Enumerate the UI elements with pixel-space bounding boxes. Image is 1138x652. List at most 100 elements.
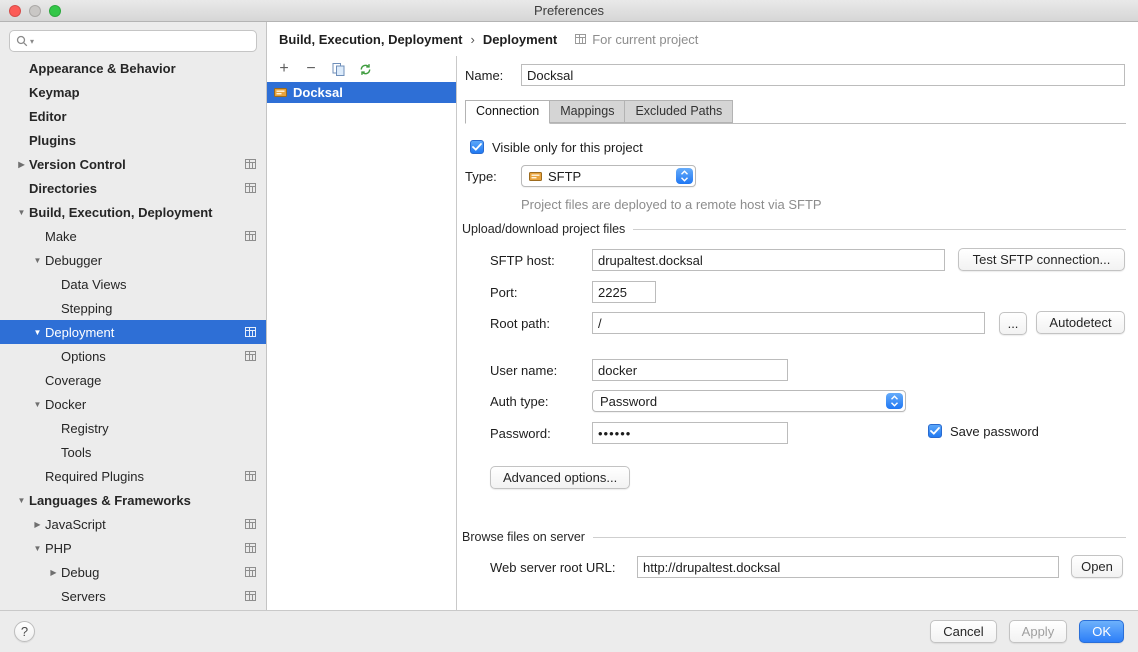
sidebar-item-servers[interactable]: Servers xyxy=(0,584,266,608)
chevron-down-icon[interactable]: ▼ xyxy=(30,328,45,337)
sidebar-item-make[interactable]: Make xyxy=(0,224,266,248)
sidebar-item-registry[interactable]: Registry xyxy=(0,416,266,440)
tab-mappings[interactable]: Mappings xyxy=(549,100,625,123)
type-select[interactable]: SFTP xyxy=(521,165,696,187)
cancel-button[interactable]: Cancel xyxy=(930,620,996,643)
browse-root-path-button[interactable]: ... xyxy=(999,312,1027,335)
sidebar-item-label: Deployment xyxy=(45,325,245,340)
sidebar-item-label: Debugger xyxy=(45,253,266,268)
sidebar-item-label: Servers xyxy=(61,589,245,604)
sidebar-item-plugins[interactable]: Plugins xyxy=(0,128,266,152)
apply-button[interactable]: Apply xyxy=(1009,620,1068,643)
chevron-right-icon[interactable]: ▶ xyxy=(46,568,61,577)
sidebar-item-label: Registry xyxy=(61,421,266,436)
root-path-label: Root path: xyxy=(490,316,550,331)
port-label: Port: xyxy=(490,285,517,300)
sidebar-item-label: Editor xyxy=(29,109,266,124)
sidebar-item-debugger[interactable]: ▼Debugger xyxy=(0,248,266,272)
sidebar-item-label: PHP xyxy=(45,541,245,556)
content-area: Build, Execution, Deployment › Deploymen… xyxy=(267,22,1138,610)
settings-search-input[interactable] xyxy=(36,34,250,48)
sftp-host-label: SFTP host: xyxy=(490,253,555,268)
sidebar-item-deployment[interactable]: ▼Deployment xyxy=(0,320,266,344)
auth-type-select[interactable]: Password xyxy=(592,390,906,412)
copy-server-button[interactable] xyxy=(331,63,345,76)
sidebar-item-tools[interactable]: Tools xyxy=(0,440,266,464)
open-url-button[interactable]: Open xyxy=(1071,555,1123,578)
sidebar-item-debug[interactable]: ▶Debug xyxy=(0,560,266,584)
scope-indicator: For current project xyxy=(575,32,698,47)
sidebar-item-data-views[interactable]: Data Views xyxy=(0,272,266,296)
server-list: Docksal xyxy=(267,82,456,103)
sftp-type-icon xyxy=(529,171,542,182)
zoom-button[interactable] xyxy=(49,5,61,17)
sidebar-item-label: Coverage xyxy=(45,373,266,388)
chevron-down-icon[interactable]: ▼ xyxy=(30,544,45,553)
sidebar-item-stepping[interactable]: Stepping xyxy=(0,296,266,320)
breadcrumb-separator-icon: › xyxy=(470,32,474,47)
sidebar-item-editor[interactable]: Editor xyxy=(0,104,266,128)
root-path-input[interactable] xyxy=(592,312,985,334)
autodetect-button[interactable]: Autodetect xyxy=(1036,311,1125,334)
per-project-indicator-icon xyxy=(245,567,256,577)
remove-server-button[interactable]: − xyxy=(304,61,318,77)
search-box[interactable]: ▾ xyxy=(9,30,257,52)
sidebar-item-options[interactable]: Options xyxy=(0,344,266,368)
titlebar[interactable]: Preferences xyxy=(0,0,1138,22)
tab-excluded-paths[interactable]: Excluded Paths xyxy=(624,100,733,123)
password-input[interactable] xyxy=(592,422,788,444)
sidebar-item-languages-frameworks[interactable]: ▼Languages & Frameworks xyxy=(0,488,266,512)
sidebar-item-directories[interactable]: Directories xyxy=(0,176,266,200)
sidebar-item-appearance-behavior[interactable]: Appearance & Behavior xyxy=(0,56,266,80)
chevron-down-icon[interactable]: ▼ xyxy=(14,208,29,217)
sidebar-item-label: Debug xyxy=(61,565,245,580)
settings-tabs: ConnectionMappingsExcluded Paths xyxy=(465,100,1126,124)
chevron-right-icon[interactable]: ▶ xyxy=(14,160,29,169)
sidebar-item-label: Build, Execution, Deployment xyxy=(29,205,266,220)
name-label: Name: xyxy=(465,68,503,83)
sftp-host-input[interactable] xyxy=(592,249,945,271)
web-root-input[interactable] xyxy=(637,556,1059,578)
sidebar-item-label: Appearance & Behavior xyxy=(29,61,266,76)
sidebar-item-required-plugins[interactable]: Required Plugins xyxy=(0,464,266,488)
save-password-checkbox[interactable] xyxy=(928,424,942,438)
chevron-down-icon[interactable]: ▼ xyxy=(30,400,45,409)
sidebar-item-php[interactable]: ▼PHP xyxy=(0,536,266,560)
minimize-button xyxy=(29,5,41,17)
add-server-button[interactable]: + xyxy=(277,61,291,77)
for-current-project-icon xyxy=(575,34,586,44)
sidebar-item-version-control[interactable]: ▶Version Control xyxy=(0,152,266,176)
sidebar-item-label: JavaScript xyxy=(45,517,245,532)
sidebar-item-keymap[interactable]: Keymap xyxy=(0,80,266,104)
name-input[interactable] xyxy=(521,64,1125,86)
sidebar-item-label: Data Views xyxy=(61,277,266,292)
sidebar-item-javascript[interactable]: ▶JavaScript xyxy=(0,512,266,536)
port-input[interactable] xyxy=(592,281,656,303)
advanced-options-button[interactable]: Advanced options... xyxy=(490,466,630,489)
ok-button[interactable]: OK xyxy=(1079,620,1124,643)
search-history-chevron-icon[interactable]: ▾ xyxy=(30,37,34,46)
tab-connection[interactable]: Connection xyxy=(465,100,550,124)
browse-group-title: Browse files on server xyxy=(462,530,585,544)
chevron-down-icon[interactable]: ▼ xyxy=(14,496,29,505)
chevron-right-icon[interactable]: ▶ xyxy=(30,520,45,529)
chevron-down-icon[interactable]: ▼ xyxy=(30,256,45,265)
close-button[interactable] xyxy=(9,5,21,17)
sidebar-item-label: Plugins xyxy=(29,133,266,148)
sidebar-item-build-execution-deployment[interactable]: ▼Build, Execution, Deployment xyxy=(0,200,266,224)
refresh-server-button[interactable] xyxy=(358,63,372,76)
per-project-indicator-icon xyxy=(245,183,256,193)
visible-only-checkbox[interactable] xyxy=(470,140,484,154)
user-name-input[interactable] xyxy=(592,359,788,381)
sidebar-item-coverage[interactable]: Coverage xyxy=(0,368,266,392)
help-button[interactable]: ? xyxy=(14,621,35,642)
server-list-toolbar: +− xyxy=(267,56,456,82)
breadcrumb-root[interactable]: Build, Execution, Deployment xyxy=(279,32,462,47)
content-body: +− Docksal Name: ConnectionMappingsExclu… xyxy=(267,56,1138,610)
server-item-docksal[interactable]: Docksal xyxy=(267,82,456,103)
sidebar-item-docker[interactable]: ▼Docker xyxy=(0,392,266,416)
test-sftp-connection-button[interactable]: Test SFTP connection... xyxy=(958,248,1125,271)
auth-type-label: Auth type: xyxy=(490,394,549,409)
settings-sidebar: ▾ Appearance & Behavior Keymap Editor Plugi… xyxy=(0,22,267,610)
group-divider xyxy=(593,537,1126,538)
